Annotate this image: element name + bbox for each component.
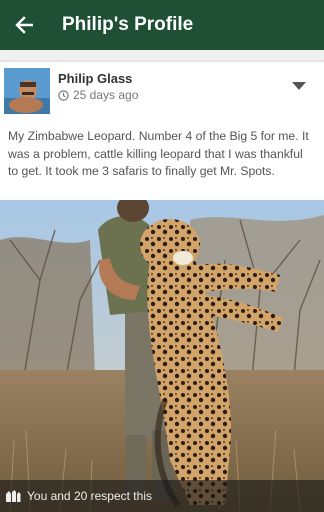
app-bar: Philip's Profile: [0, 0, 324, 50]
post-time-label: 25 days ago: [73, 88, 139, 102]
post-header: Philip Glass 25 days ago: [0, 62, 324, 118]
chevron-down-icon[interactable]: [292, 82, 306, 92]
post-photo[interactable]: [0, 200, 324, 512]
post-time: 25 days ago: [58, 88, 138, 102]
respect-bar[interactable]: You and 20 respect this: [0, 480, 324, 512]
back-button[interactable]: [0, 0, 48, 50]
author-name[interactable]: Philip Glass: [58, 71, 132, 86]
page-title: Philip's Profile: [62, 14, 194, 35]
clock-icon: [58, 89, 69, 101]
respect-hands-icon: [6, 490, 21, 502]
respect-count: You and 20 respect this: [27, 489, 152, 503]
arrow-left-icon: [15, 16, 33, 34]
post-card: Philip Glass 25 days ago My Zimbabwe Leo…: [0, 62, 324, 512]
leopard-photo: [0, 200, 324, 512]
avatar[interactable]: [4, 68, 50, 114]
avatar-image: [4, 68, 50, 114]
post-text: My Zimbabwe Leopard. Number 4 of the Big…: [8, 129, 309, 178]
